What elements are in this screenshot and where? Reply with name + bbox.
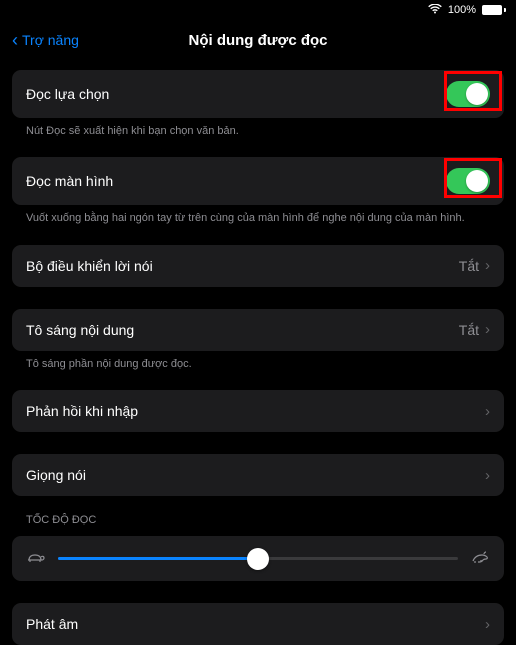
- chevron-left-icon: ‹: [12, 30, 18, 51]
- speaking-rate-slider-row: [12, 536, 504, 581]
- chevron-right-icon: ›: [485, 403, 490, 420]
- chevron-right-icon: ›: [485, 321, 490, 338]
- wifi-icon: [428, 4, 442, 17]
- speak-selection-label: Đọc lựa chọn: [26, 86, 109, 102]
- speak-screen-toggle[interactable]: [446, 168, 490, 194]
- tortoise-icon: [26, 550, 46, 567]
- highlight-content-value: Tắt: [459, 322, 479, 338]
- back-button[interactable]: ‹ Trợ năng: [12, 30, 79, 51]
- highlight-content-row[interactable]: Tô sáng nội dung Tắt ›: [12, 309, 504, 351]
- voices-row[interactable]: Giọng nói ›: [12, 454, 504, 496]
- status-bar: 100%: [0, 0, 516, 20]
- chevron-right-icon: ›: [485, 467, 490, 484]
- speak-selection-toggle[interactable]: [446, 81, 490, 107]
- speak-selection-row[interactable]: Đọc lựa chọn: [12, 70, 504, 118]
- chevron-right-icon: ›: [485, 616, 490, 633]
- typing-feedback-row[interactable]: Phản hồi khi nhập ›: [12, 390, 504, 432]
- speech-controller-label: Bộ điều khiển lời nói: [26, 258, 153, 274]
- speak-screen-row[interactable]: Đọc màn hình: [12, 157, 504, 205]
- pronunciations-row[interactable]: Phát âm ›: [12, 603, 504, 645]
- battery-icon: [482, 5, 506, 15]
- nav-header: ‹ Trợ năng Nội dung được đọc: [0, 20, 516, 60]
- slider-thumb[interactable]: [247, 548, 269, 570]
- typing-feedback-label: Phản hồi khi nhập: [26, 403, 138, 419]
- pronunciations-label: Phát âm: [26, 616, 78, 632]
- speak-screen-footer: Vuốt xuống bằng hai ngón tay từ trên cùn…: [12, 205, 504, 226]
- battery-percentage: 100%: [448, 4, 476, 16]
- speaking-rate-header: TỐC ĐỘ ĐỌC: [12, 514, 504, 532]
- speaking-rate-slider[interactable]: [58, 557, 458, 560]
- hare-icon: [470, 550, 490, 567]
- speak-selection-footer: Nút Đọc sẽ xuất hiện khi bạn chọn văn bả…: [12, 118, 504, 139]
- page-title: Nội dung được đọc: [188, 32, 327, 49]
- chevron-right-icon: ›: [485, 257, 490, 274]
- speech-controller-value: Tắt: [459, 258, 479, 274]
- voices-label: Giọng nói: [26, 467, 86, 483]
- highlight-content-label: Tô sáng nội dung: [26, 322, 134, 338]
- speech-controller-row[interactable]: Bộ điều khiển lời nói Tắt ›: [12, 245, 504, 287]
- back-label: Trợ năng: [22, 32, 79, 48]
- speak-screen-label: Đọc màn hình: [26, 173, 113, 189]
- highlight-content-footer: Tô sáng phần nội dung được đọc.: [12, 351, 504, 372]
